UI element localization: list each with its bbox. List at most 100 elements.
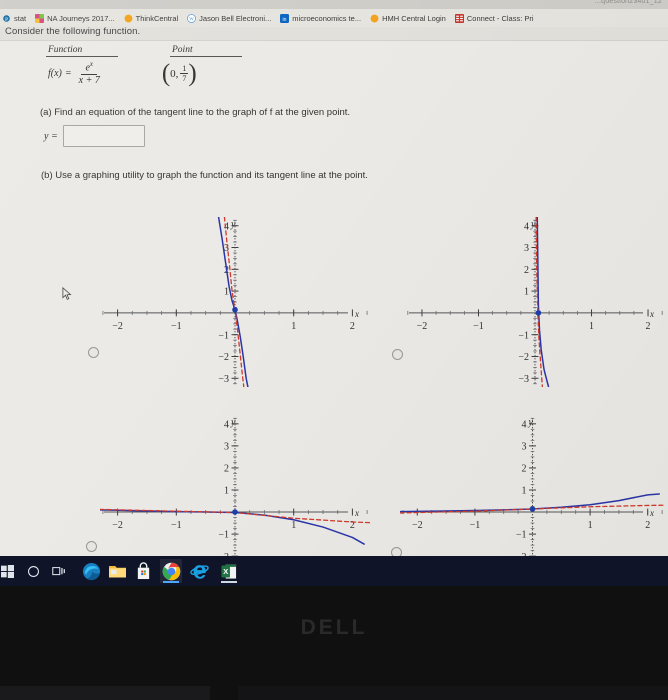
bookmark-connect-class[interactable]: Connect - Class: Pri — [454, 13, 534, 23]
svg-text:x: x — [354, 309, 359, 319]
address-bar-url: ...question23401_12 — [594, 0, 662, 5]
svg-text:2: 2 — [224, 464, 229, 475]
svg-text:1: 1 — [291, 520, 296, 531]
graph-svg-c: xy−2−112−2−11234 — [100, 417, 370, 556]
red-grid-icon — [454, 13, 464, 23]
svg-text:3: 3 — [224, 441, 229, 452]
orange-dot-icon — [370, 14, 379, 22]
svg-text:−2: −2 — [518, 352, 529, 363]
bookmark-microeconomics[interactable]: in microeconomics te... — [280, 13, 362, 23]
bookmark-jason-bell[interactable]: W Jason Bell Electroni... — [187, 14, 271, 23]
svg-text:−2: −2 — [412, 520, 423, 531]
task-view-icon[interactable] — [48, 559, 70, 583]
svg-text:−1: −1 — [171, 520, 182, 531]
svg-text:in: in — [283, 16, 287, 22]
svg-text:1: 1 — [224, 486, 229, 497]
svg-text:1: 1 — [588, 520, 593, 531]
svg-text:4: 4 — [224, 419, 229, 430]
microsoft-store-icon[interactable] — [132, 559, 154, 583]
internet-explorer-icon[interactable] — [188, 559, 210, 583]
bookmark-label: NA Journeys 2017... — [47, 13, 115, 23]
svg-text:−1: −1 — [171, 321, 182, 332]
start-icon[interactable] — [0, 559, 18, 583]
bookmark-thinkcentral[interactable]: ThinkCentral — [124, 13, 179, 23]
svg-text:1: 1 — [224, 287, 229, 298]
dell-logo: DELL — [300, 616, 368, 639]
svg-text:−3: −3 — [218, 374, 229, 385]
svg-text:−1: −1 — [470, 520, 481, 531]
orange-dot-icon — [124, 14, 133, 22]
svg-text:3: 3 — [524, 243, 529, 254]
point-comma: , — [175, 67, 179, 80]
bookmark-label: microeconomics te... — [292, 13, 362, 23]
bookmark-label: Jason Bell Electroni... — [199, 13, 272, 23]
intro-text: Consider the following function. — [5, 26, 141, 37]
bezel-foot-right — [238, 686, 668, 700]
svg-text:3: 3 — [522, 441, 527, 452]
linkedin-icon: in — [280, 13, 290, 23]
radio-option-a[interactable] — [88, 347, 99, 358]
edge-icon[interactable] — [80, 559, 102, 583]
radio-option-b[interactable] — [392, 349, 403, 360]
laptop-bezel: DELL — [0, 586, 668, 700]
svg-text:2: 2 — [645, 520, 650, 531]
svg-text:−2: −2 — [112, 520, 123, 531]
graph-svg-d: xy−2−112−2−11234 — [400, 417, 665, 556]
graph-option-a[interactable]: x y −2 −1 1 2 −3 −2 −1 1 2 3 4 — [100, 217, 370, 387]
point-y-fraction: 1 7 — [180, 63, 189, 83]
mouse-cursor-icon — [62, 287, 72, 300]
browser-window: ...question23401_12 P stat NA Journeys 2… — [0, 0, 668, 556]
svg-text:−1: −1 — [473, 321, 484, 332]
svg-text:−1: −1 — [218, 530, 229, 541]
point-value: ( 0 , 1 7 ) — [162, 59, 197, 87]
svg-text:1: 1 — [589, 321, 594, 332]
svg-text:−1: −1 — [516, 530, 527, 541]
radio-option-d[interactable] — [391, 547, 402, 556]
svg-text:x: x — [649, 309, 654, 319]
svg-text:x: x — [649, 508, 654, 518]
bookmark-na-journeys[interactable]: NA Journeys 2017... — [35, 13, 115, 23]
point-header: Point — [170, 45, 242, 57]
answer-label: y = — [44, 130, 58, 142]
bezel-foot-left — [0, 686, 210, 700]
svg-text:4: 4 — [522, 419, 527, 430]
windows-taskbar: X — [0, 556, 668, 586]
function-denominator: x + 7 — [78, 74, 100, 86]
svg-text:−1: −1 — [518, 330, 529, 341]
bookmark-hmh-central[interactable]: HMH Central Login — [370, 14, 446, 23]
chrome-icon[interactable] — [160, 559, 182, 583]
point-y-numerator: 1 — [180, 63, 189, 74]
bookmark-label: ThinkCentral — [135, 13, 179, 23]
svg-text:X: X — [223, 566, 228, 575]
bookmark-label: HMH Central Login — [382, 13, 446, 23]
part-b-text: (b) Use a graphing utility to graph the … — [41, 170, 368, 181]
file-explorer-icon[interactable] — [106, 559, 128, 583]
bookmark-stat[interactable]: P stat — [2, 14, 26, 23]
svg-text:1: 1 — [524, 287, 529, 298]
graph-option-c[interactable]: xy−2−112−2−11234 — [100, 415, 370, 556]
answer-input[interactable] — [62, 125, 145, 147]
svg-text:1: 1 — [291, 321, 296, 332]
bookmarks-bar: P stat NA Journeys 2017... ThinkCentral — [0, 9, 668, 27]
svg-text:2: 2 — [524, 265, 529, 276]
address-bar[interactable]: ...question23401_12 — [0, 0, 668, 9]
graph-svg-b: xy−2 −1 1 2−3−2−11234 — [407, 217, 663, 387]
bookmark-label: stat — [14, 13, 27, 23]
graph-option-b[interactable]: x y −2 −1 1 2 −3 −2 −1 1 2 3 4 — [405, 217, 665, 387]
graph-option-d[interactable]: xy−2−112−2−11234 — [400, 415, 665, 556]
answer-row: y = — [44, 125, 145, 147]
point-y-denominator: 7 — [182, 73, 187, 83]
assignment-page: Consider the following function. Functio… — [0, 26, 668, 556]
svg-text:2: 2 — [646, 321, 651, 332]
radio-option-c[interactable] — [86, 541, 97, 552]
search-icon[interactable] — [22, 559, 44, 583]
part-a-text: (a) Find an equation of the tangent line… — [40, 107, 351, 118]
svg-text:1: 1 — [522, 486, 527, 497]
w-circle-icon: W — [187, 13, 197, 23]
function-point-table: Function Point f(x) = ex x + 7 ( 0 , 1 7… — [46, 45, 242, 86]
right-paren: ) — [188, 59, 197, 87]
svg-text:−2: −2 — [417, 321, 428, 332]
svg-text:4: 4 — [524, 221, 529, 232]
svg-text:P: P — [5, 16, 8, 22]
excel-icon[interactable]: X — [218, 559, 240, 583]
